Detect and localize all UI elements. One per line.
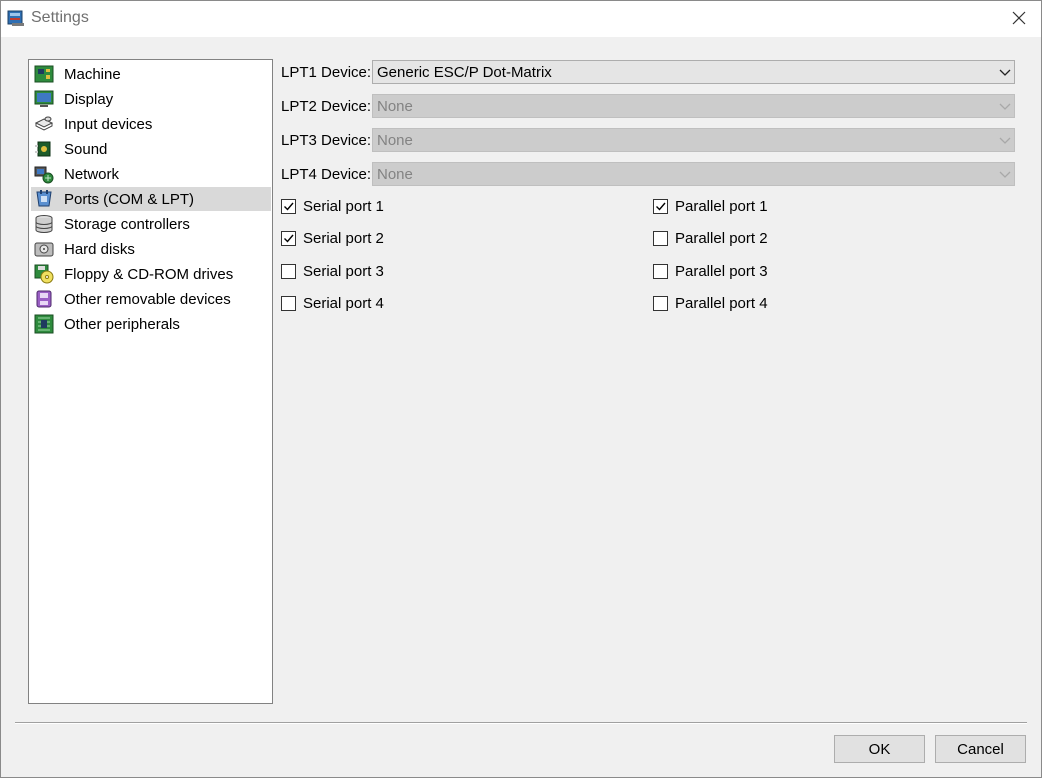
category-list: Machine Display Input devices Sound Netw… [28, 59, 273, 704]
category-label: Hard disks [64, 240, 135, 258]
lpt4-device-value: None [377, 166, 413, 183]
serial-port-1-label: Serial port 1 [303, 198, 384, 215]
category-label: Floppy & CD-ROM drives [64, 265, 234, 283]
category-label: Machine [64, 65, 121, 83]
hard-disks-icon [34, 242, 54, 257]
category-item-display[interactable]: Display [31, 87, 271, 111]
storage-controllers-icon [35, 215, 53, 233]
display-icon [34, 90, 54, 107]
category-item-other-removable[interactable]: Other removable devices [31, 287, 271, 311]
parallel-port-1-label: Parallel port 1 [675, 198, 768, 215]
serial-port-2-row: Serial port 2 [281, 230, 384, 247]
check-mark-icon [656, 202, 666, 211]
app-icon [7, 10, 24, 26]
close-icon [1012, 11, 1026, 25]
lpt1-label: LPT1 Device: [281, 64, 372, 81]
parallel-port-3-label: Parallel port 3 [675, 263, 768, 280]
lpt1-device-select[interactable]: Generic ESC/P Dot-Matrix [372, 60, 1015, 84]
footer-divider [15, 722, 1027, 724]
sound-icon [35, 141, 51, 157]
serial-port-4-label: Serial port 4 [303, 295, 384, 312]
chevron-down-icon [999, 171, 1011, 178]
category-item-other-peripherals[interactable]: Other peripherals [31, 312, 271, 336]
category-item-network[interactable]: Network [31, 162, 271, 186]
network-icon [34, 166, 54, 184]
parallel-port-4-label: Parallel port 4 [675, 295, 768, 312]
category-label: Display [64, 90, 114, 108]
category-item-machine[interactable]: Machine [31, 62, 271, 86]
machine-icon [34, 65, 54, 83]
floppy-cdrom-icon [34, 264, 54, 284]
category-item-floppy-cdrom[interactable]: Floppy & CD-ROM drives [31, 262, 271, 286]
lpt3-device-select: None [372, 128, 1015, 152]
lpt4-device-select: None [372, 162, 1015, 186]
serial-port-1-checkbox[interactable] [281, 199, 296, 214]
check-mark-icon [284, 234, 294, 243]
lpt4-label: LPT4 Device: [281, 166, 372, 183]
settings-dialog: Settings Machine Display Input devices S… [0, 0, 1042, 778]
chevron-down-icon [999, 69, 1011, 76]
category-label: Network [64, 165, 120, 183]
parallel-port-4-checkbox[interactable] [653, 296, 668, 311]
ports-icon [36, 190, 52, 207]
window-title: Settings [31, 9, 89, 26]
parallel-port-1-row: Parallel port 1 [653, 198, 768, 215]
chevron-down-icon [999, 103, 1011, 110]
serial-port-3-label: Serial port 3 [303, 263, 384, 280]
lpt3-device-value: None [377, 132, 413, 149]
parallel-port-2-checkbox[interactable] [653, 231, 668, 246]
category-item-input-devices[interactable]: Input devices [31, 112, 271, 136]
parallel-port-3-checkbox[interactable] [653, 264, 668, 279]
lpt2-device-select: None [372, 94, 1015, 118]
category-label: Other peripherals [64, 315, 180, 333]
serial-port-3-row: Serial port 3 [281, 263, 384, 280]
cancel-button[interactable]: Cancel [935, 735, 1026, 763]
check-mark-icon [284, 202, 294, 211]
lpt3-label: LPT3 Device: [281, 132, 372, 149]
ok-button[interactable]: OK [834, 735, 925, 763]
peripherals-icon [34, 314, 54, 334]
serial-port-3-checkbox[interactable] [281, 264, 296, 279]
lpt2-device-value: None [377, 98, 413, 115]
serial-port-2-label: Serial port 2 [303, 230, 384, 247]
close-button[interactable] [1001, 1, 1037, 35]
parallel-port-3-row: Parallel port 3 [653, 263, 768, 280]
category-item-ports[interactable]: Ports (COM & LPT) [31, 187, 271, 211]
input-devices-icon [34, 116, 54, 131]
category-item-sound[interactable]: Sound [31, 137, 271, 161]
category-label: Storage controllers [64, 215, 190, 233]
chevron-down-icon [999, 137, 1011, 144]
serial-port-1-row: Serial port 1 [281, 198, 384, 215]
parallel-port-4-row: Parallel port 4 [653, 295, 768, 312]
category-label: Sound [64, 140, 108, 158]
parallel-port-1-checkbox[interactable] [653, 199, 668, 214]
parallel-port-2-label: Parallel port 2 [675, 230, 768, 247]
serial-port-4-checkbox[interactable] [281, 296, 296, 311]
category-label: Other removable devices [64, 290, 231, 308]
title-bar: Settings [1, 1, 1041, 37]
category-label: Ports (COM & LPT) [64, 190, 195, 208]
lpt2-label: LPT2 Device: [281, 98, 372, 115]
serial-port-4-row: Serial port 4 [281, 295, 384, 312]
removable-devices-icon [36, 290, 52, 308]
parallel-port-2-row: Parallel port 2 [653, 230, 768, 247]
category-item-storage-controllers[interactable]: Storage controllers [31, 212, 271, 236]
lpt1-device-value: Generic ESC/P Dot-Matrix [377, 64, 552, 81]
category-item-hard-disks[interactable]: Hard disks [31, 237, 271, 261]
serial-port-2-checkbox[interactable] [281, 231, 296, 246]
category-label: Input devices [64, 115, 153, 133]
